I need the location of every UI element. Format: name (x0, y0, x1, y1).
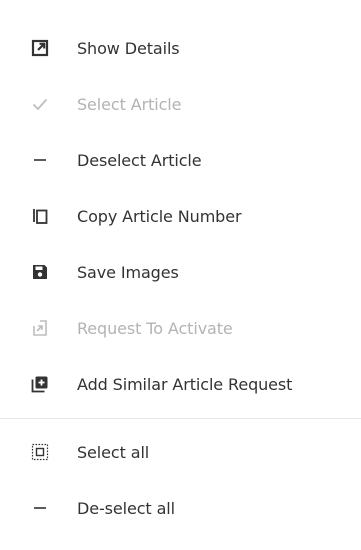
menu-item-label: Select all (77, 442, 150, 462)
minus-icon (31, 151, 49, 169)
menu-item-label: Show Details (77, 38, 180, 58)
menu-divider (0, 418, 361, 419)
select-all-icon (31, 443, 49, 461)
menu-item-label: Select Article (77, 94, 182, 114)
menu-item-show-details[interactable]: Show Details (0, 20, 361, 76)
open-external-icon (31, 39, 49, 57)
context-menu: Show Details Select Article Deselect Art… (0, 0, 361, 550)
menu-item-label: Request To Activate (77, 318, 233, 338)
menu-item-label: De-select all (77, 498, 175, 518)
minus-icon (31, 499, 49, 517)
menu-item-save-images[interactable]: Save Images (0, 244, 361, 300)
menu-item-label: Deselect Article (77, 150, 202, 170)
menu-item-label: Add Similar Article Request (77, 374, 293, 394)
menu-item-label: Save Images (77, 262, 179, 282)
menu-item-select-all[interactable]: Select all (0, 424, 361, 480)
menu-item-label: Copy Article Number (77, 206, 242, 226)
menu-item-select-article: Select Article (0, 76, 361, 132)
add-box-icon (31, 375, 49, 393)
menu-item-add-similar-article-request[interactable]: Add Similar Article Request (0, 356, 361, 412)
menu-item-deselect-all[interactable]: De-select all (0, 480, 361, 536)
checkmark-icon (31, 95, 49, 113)
menu-item-request-to-activate: Request To Activate (0, 300, 361, 356)
request-activate-icon (31, 319, 49, 337)
menu-item-copy-article-number[interactable]: Copy Article Number (0, 188, 361, 244)
save-icon (31, 263, 49, 281)
copy-icon (31, 207, 49, 225)
menu-item-deselect-article[interactable]: Deselect Article (0, 132, 361, 188)
